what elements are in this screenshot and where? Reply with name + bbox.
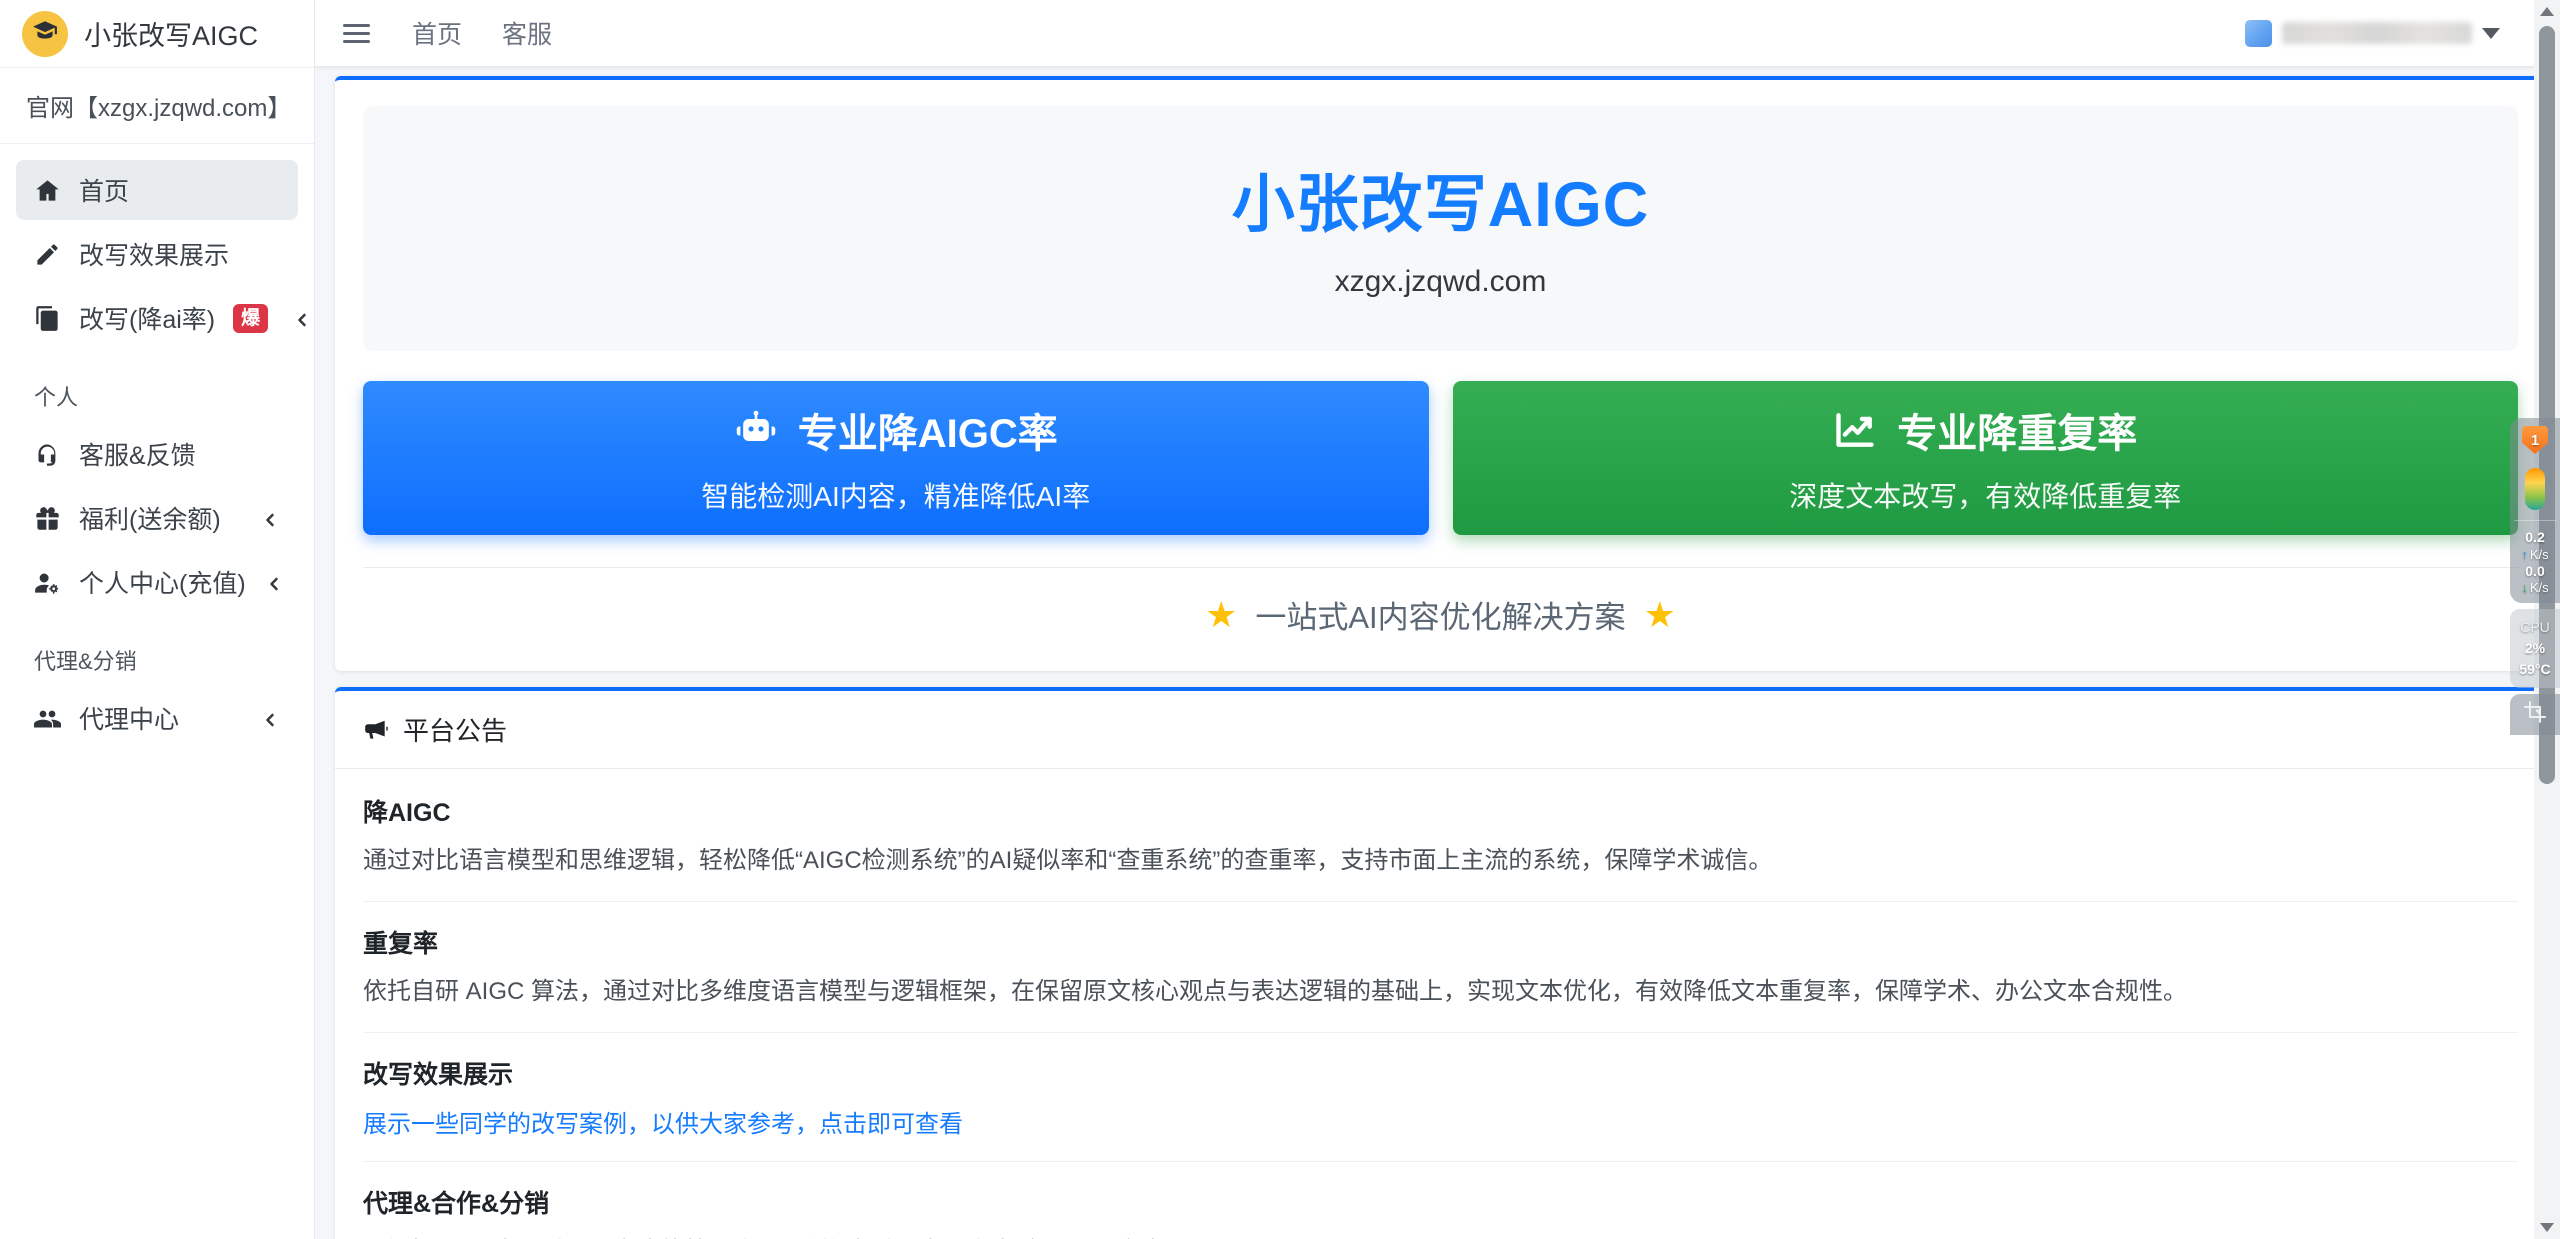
topbar-tab-home[interactable]: 首页 — [412, 15, 462, 51]
users-icon — [34, 705, 61, 732]
banner-lower-aigc-rate[interactable]: 专业降AIGC率 智能检测AI内容，精准降低AI率 — [363, 381, 1429, 535]
cpu-label: CPU — [2514, 617, 2556, 638]
sidebar-item-label: 改写(降ai率) — [79, 300, 215, 336]
download-speed-value: 0.0 — [2514, 563, 2556, 581]
hot-badge: 爆 — [233, 304, 268, 333]
official-site-label: 官网【xzgx.jzqwd.com】 — [0, 68, 314, 144]
announcement-body: 降AIGC 通过对比语言模型和思维逻辑，轻松降低“AIGC检测系统”的AI疑似率… — [335, 769, 2546, 1239]
chevron-left-icon[interactable] — [264, 572, 284, 592]
sidebar-item-label: 代理中心 — [79, 700, 179, 736]
edit-icon — [34, 241, 61, 268]
main-area: 首页 客服 小张改写AIGC xzgx.jzqwd.com — [315, 0, 2560, 1239]
announcement-section-showcase: 改写效果展示 展示一些同学的改写案例，以供大家参考，点击即可查看 — [363, 1033, 2518, 1162]
sidebar-item-rewrite-lower-ai[interactable]: 改写(降ai率) 爆 — [16, 288, 298, 348]
section-label-personal: 个人 — [10, 352, 304, 420]
announcement-title: 平台公告 — [403, 711, 507, 748]
announcement-section-agent: 代理&合作&分销 零门槛+，3 步上手，小白也能快速启动，低门槛高回报，轻松实现… — [363, 1162, 2518, 1239]
upload-speed-unit: K/s — [2530, 547, 2549, 562]
banner-lower-duplication-rate[interactable]: 专业降重复率 深度文本改写，有效降低重复率 — [1453, 381, 2519, 535]
megaphone-icon — [363, 717, 389, 743]
chevron-left-icon[interactable] — [260, 508, 280, 528]
section-text: 依托自研 AIGC 算法，通过对比多维度语言模型与逻辑框架，在保留原文核心观点与… — [363, 973, 2518, 1010]
scroll-up-arrow-icon[interactable] — [2540, 7, 2554, 16]
cpu-usage: 2% — [2514, 638, 2556, 659]
showcase-link[interactable]: 展示一些同学的改写案例，以供大家参考，点击即可查看 — [363, 1111, 963, 1138]
section-heading: 改写效果展示 — [363, 1055, 2518, 1091]
download-speed-unit: K/s — [2530, 580, 2549, 595]
sidebar-item-benefits[interactable]: 福利(送余额) — [16, 488, 298, 548]
robot-icon — [734, 408, 778, 452]
site-url: xzgx.jzqwd.com — [383, 265, 2498, 299]
announcement-section-lower-aigc: 降AIGC 通过对比语言模型和思维逻辑，轻松降低“AIGC检测系统”的AI疑似率… — [363, 771, 2518, 902]
section-heading: 降AIGC — [363, 793, 2518, 829]
banner-subtitle: 智能检测AI内容，精准降低AI率 — [701, 475, 1090, 515]
scroll-down-arrow-icon[interactable] — [2540, 1223, 2554, 1232]
banner-title: 专业降AIGC率 — [798, 401, 1058, 459]
upload-speed-value: 0.2 — [2514, 529, 2556, 547]
hamburger-menu-icon[interactable] — [341, 18, 372, 49]
sidebar-item-rewrite-showcase[interactable]: 改写效果展示 — [16, 224, 298, 284]
tagline-row: 一站式AI内容优化解决方案 — [335, 568, 2546, 669]
headset-icon — [34, 441, 61, 468]
gift-icon — [34, 505, 61, 532]
tagline-text: 一站式AI内容优化解决方案 — [1255, 592, 1625, 637]
feature-banners: 专业降AIGC率 智能检测AI内容，精准降低AI率 专业降重复率 深度文本改写，… — [363, 381, 2518, 535]
chevron-left-icon[interactable] — [260, 708, 280, 728]
sidebar-item-label: 改写效果展示 — [79, 236, 229, 272]
sidebar-nav: 首页 改写效果展示 改写(降ai率) 爆 个人 客服&反馈 福利(送余额) — [0, 144, 314, 764]
announcement-section-duplication: 重复率 依托自研 AIGC 算法，通过对比多维度语言模型与逻辑框架，在保留原文核… — [363, 902, 2518, 1033]
sidebar-item-label: 个人中心(充值) — [79, 564, 246, 600]
app-window: 小张改写AIGC 官网【xzgx.jzqwd.com】 首页 改写效果展示 改写… — [0, 0, 2560, 1239]
banner-subtitle: 深度文本改写，有效降低重复率 — [1789, 475, 2181, 515]
logo-avatar — [22, 11, 68, 57]
sidebar-item-home[interactable]: 首页 — [16, 160, 298, 220]
security-shield-icon[interactable]: 1 — [2522, 426, 2548, 454]
sidebar-item-label: 首页 — [79, 172, 129, 208]
page-title: 小张改写AIGC — [383, 154, 2498, 245]
star-icon — [1644, 597, 1676, 633]
sidebar-item-label: 客服&反馈 — [79, 436, 196, 472]
download-arrow-icon — [2521, 580, 2530, 595]
page-content: 小张改写AIGC xzgx.jzqwd.com 专业降AIGC率 智能检测AI内… — [315, 66, 2560, 1239]
user-gear-icon — [34, 569, 61, 596]
screenshot-crop-icon[interactable] — [2510, 694, 2560, 735]
avatar — [2245, 20, 2272, 47]
system-monitor-widget: 1 0.2 K/s 0.0 K/s CPU 2% 59°C — [2510, 418, 2560, 735]
topbar-tab-support[interactable]: 客服 — [502, 15, 552, 51]
announcement-card: 平台公告 降AIGC 通过对比语言模型和思维逻辑，轻松降低“AIGC检测系统”的… — [335, 687, 2546, 1239]
section-heading: 代理&合作&分销 — [363, 1184, 2518, 1220]
username-blurred — [2282, 22, 2472, 44]
star-icon — [1205, 597, 1237, 633]
section-heading: 重复率 — [363, 924, 2518, 960]
user-menu[interactable] — [2245, 20, 2500, 47]
chevron-left-icon[interactable] — [292, 308, 312, 328]
sidebar-item-support-feedback[interactable]: 客服&反馈 — [16, 424, 298, 484]
section-text-line1: 零门槛+，3 步上手，小白也能快速启动，低门槛高回报，轻松实现副业自由， — [363, 1233, 2518, 1239]
cpu-temperature: 59°C — [2514, 659, 2556, 680]
chart-line-icon — [1833, 408, 1877, 452]
sidebar-item-label: 福利(送余额) — [79, 500, 221, 536]
caret-down-icon — [2482, 28, 2500, 39]
sidebar-item-user-center[interactable]: 个人中心(充值) — [16, 552, 298, 612]
sidebar: 小张改写AIGC 官网【xzgx.jzqwd.com】 首页 改写效果展示 改写… — [0, 0, 315, 1239]
graduation-cap-icon — [32, 18, 58, 49]
copy-icon — [34, 305, 61, 332]
announcement-header: 平台公告 — [335, 691, 2546, 769]
home-icon — [34, 177, 61, 204]
topbar: 首页 客服 — [315, 0, 2560, 66]
performance-gauge-icon[interactable] — [2525, 468, 2545, 510]
section-label-agent: 代理&分销 — [10, 616, 304, 684]
hero-banner: 小张改写AIGC xzgx.jzqwd.com — [363, 106, 2518, 351]
banner-title: 专业降重复率 — [1897, 401, 2137, 459]
sidebar-item-agent-center[interactable]: 代理中心 — [16, 688, 298, 748]
section-text: 通过对比语言模型和思维逻辑，轻松降低“AIGC检测系统”的AI疑似率和“查重系统… — [363, 842, 2518, 879]
app-title: 小张改写AIGC — [84, 14, 258, 53]
upload-arrow-icon — [2521, 547, 2530, 562]
logo-row: 小张改写AIGC — [0, 0, 314, 68]
hero-card: 小张改写AIGC xzgx.jzqwd.com 专业降AIGC率 智能检测AI内… — [335, 76, 2546, 671]
